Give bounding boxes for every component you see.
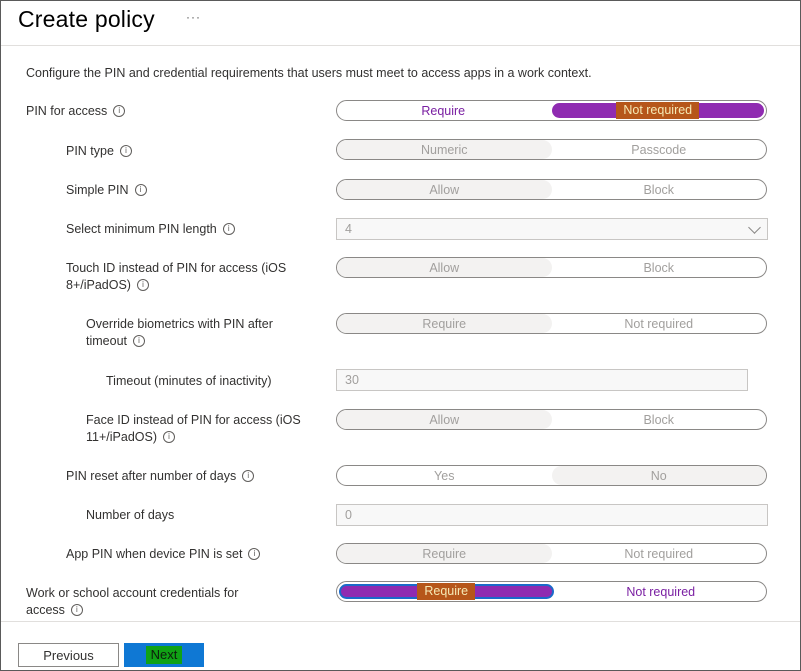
number-of-days-input[interactable]: 0 [336, 504, 768, 526]
timeout-label: Timeout (minutes of inactivity) [106, 374, 272, 388]
info-icon[interactable]: i [133, 334, 145, 347]
simple-pin-block[interactable]: Block [552, 180, 767, 199]
touch-id-block[interactable]: Block [552, 258, 767, 277]
face-id-toggle[interactable]: Allow Block [336, 409, 767, 430]
info-icon[interactable]: i [113, 104, 126, 117]
footer-divider [1, 621, 800, 622]
info-icon[interactable]: i [242, 469, 255, 482]
number-of-days-label: Number of days [86, 508, 175, 522]
pin-type-toggle[interactable]: Numeric Passcode [336, 139, 767, 160]
more-options-icon[interactable]: ··· [186, 10, 201, 24]
touch-id-allow[interactable]: Allow [337, 258, 552, 277]
pin-for-access-label: PIN for access i [26, 103, 126, 120]
face-id-label: Face ID instead of PIN for access (iOS 1… [86, 413, 301, 444]
info-icon[interactable]: i [163, 430, 175, 443]
pin-for-access-not-required[interactable]: Not required [551, 102, 764, 119]
work-credentials-toggle[interactable]: Require Not required [336, 581, 767, 602]
pin-type-passcode[interactable]: Passcode [552, 140, 767, 159]
min-pin-length-label: Select minimum PIN length i [66, 221, 235, 238]
pin-for-access-toggle[interactable]: Require Not required [336, 100, 767, 121]
simple-pin-label: Simple PIN i [66, 182, 147, 199]
face-id-block[interactable]: Block [552, 410, 767, 429]
timeout-input[interactable]: 30 [336, 369, 748, 391]
override-biometrics-require[interactable]: Require [337, 314, 552, 333]
work-credentials-require[interactable]: Require [339, 583, 554, 600]
section-description: Configure the PIN and credential require… [26, 66, 592, 80]
pin-reset-no[interactable]: No [551, 466, 766, 485]
info-icon[interactable]: i [134, 183, 147, 196]
info-icon[interactable]: i [136, 278, 149, 291]
face-id-allow[interactable]: Allow [337, 410, 552, 429]
next-button[interactable]: Next [124, 643, 204, 667]
touch-id-toggle[interactable]: Allow Block [336, 257, 767, 278]
work-credentials-not-required[interactable]: Not required [556, 582, 767, 601]
min-pin-length-dropdown[interactable]: 4 [336, 218, 768, 240]
page-title: Create policy [18, 6, 155, 32]
override-biometrics-toggle[interactable]: Require Not required [336, 313, 767, 334]
info-icon[interactable]: i [222, 222, 235, 235]
info-icon[interactable]: i [70, 603, 83, 616]
pin-type-numeric[interactable]: Numeric [337, 140, 552, 159]
pin-for-access-require[interactable]: Require [337, 101, 550, 120]
app-pin-not-required[interactable]: Not required [552, 544, 767, 563]
pin-type-label: PIN type i [66, 143, 132, 160]
previous-button[interactable]: Previous [18, 643, 119, 667]
work-credentials-label: Work or school account credentials for a… [26, 586, 239, 617]
app-pin-label: App PIN when device PIN is set i [66, 546, 261, 563]
pin-reset-yes[interactable]: Yes [337, 466, 552, 485]
simple-pin-allow[interactable]: Allow [337, 180, 552, 199]
chevron-down-icon [748, 221, 761, 234]
simple-pin-toggle[interactable]: Allow Block [336, 179, 767, 200]
info-icon[interactable]: i [248, 547, 261, 560]
header-divider [1, 45, 800, 46]
app-pin-require[interactable]: Require [337, 544, 552, 563]
pin-reset-label: PIN reset after number of days i [66, 468, 255, 485]
override-biometrics-not-required[interactable]: Not required [552, 314, 767, 333]
app-pin-toggle[interactable]: Require Not required [336, 543, 767, 564]
override-biometrics-label: Override biometrics with PIN after timeo… [86, 317, 273, 348]
touch-id-label: Touch ID instead of PIN for access (iOS … [66, 261, 287, 292]
info-icon[interactable]: i [119, 144, 132, 157]
pin-reset-toggle[interactable]: Yes No [336, 465, 767, 486]
